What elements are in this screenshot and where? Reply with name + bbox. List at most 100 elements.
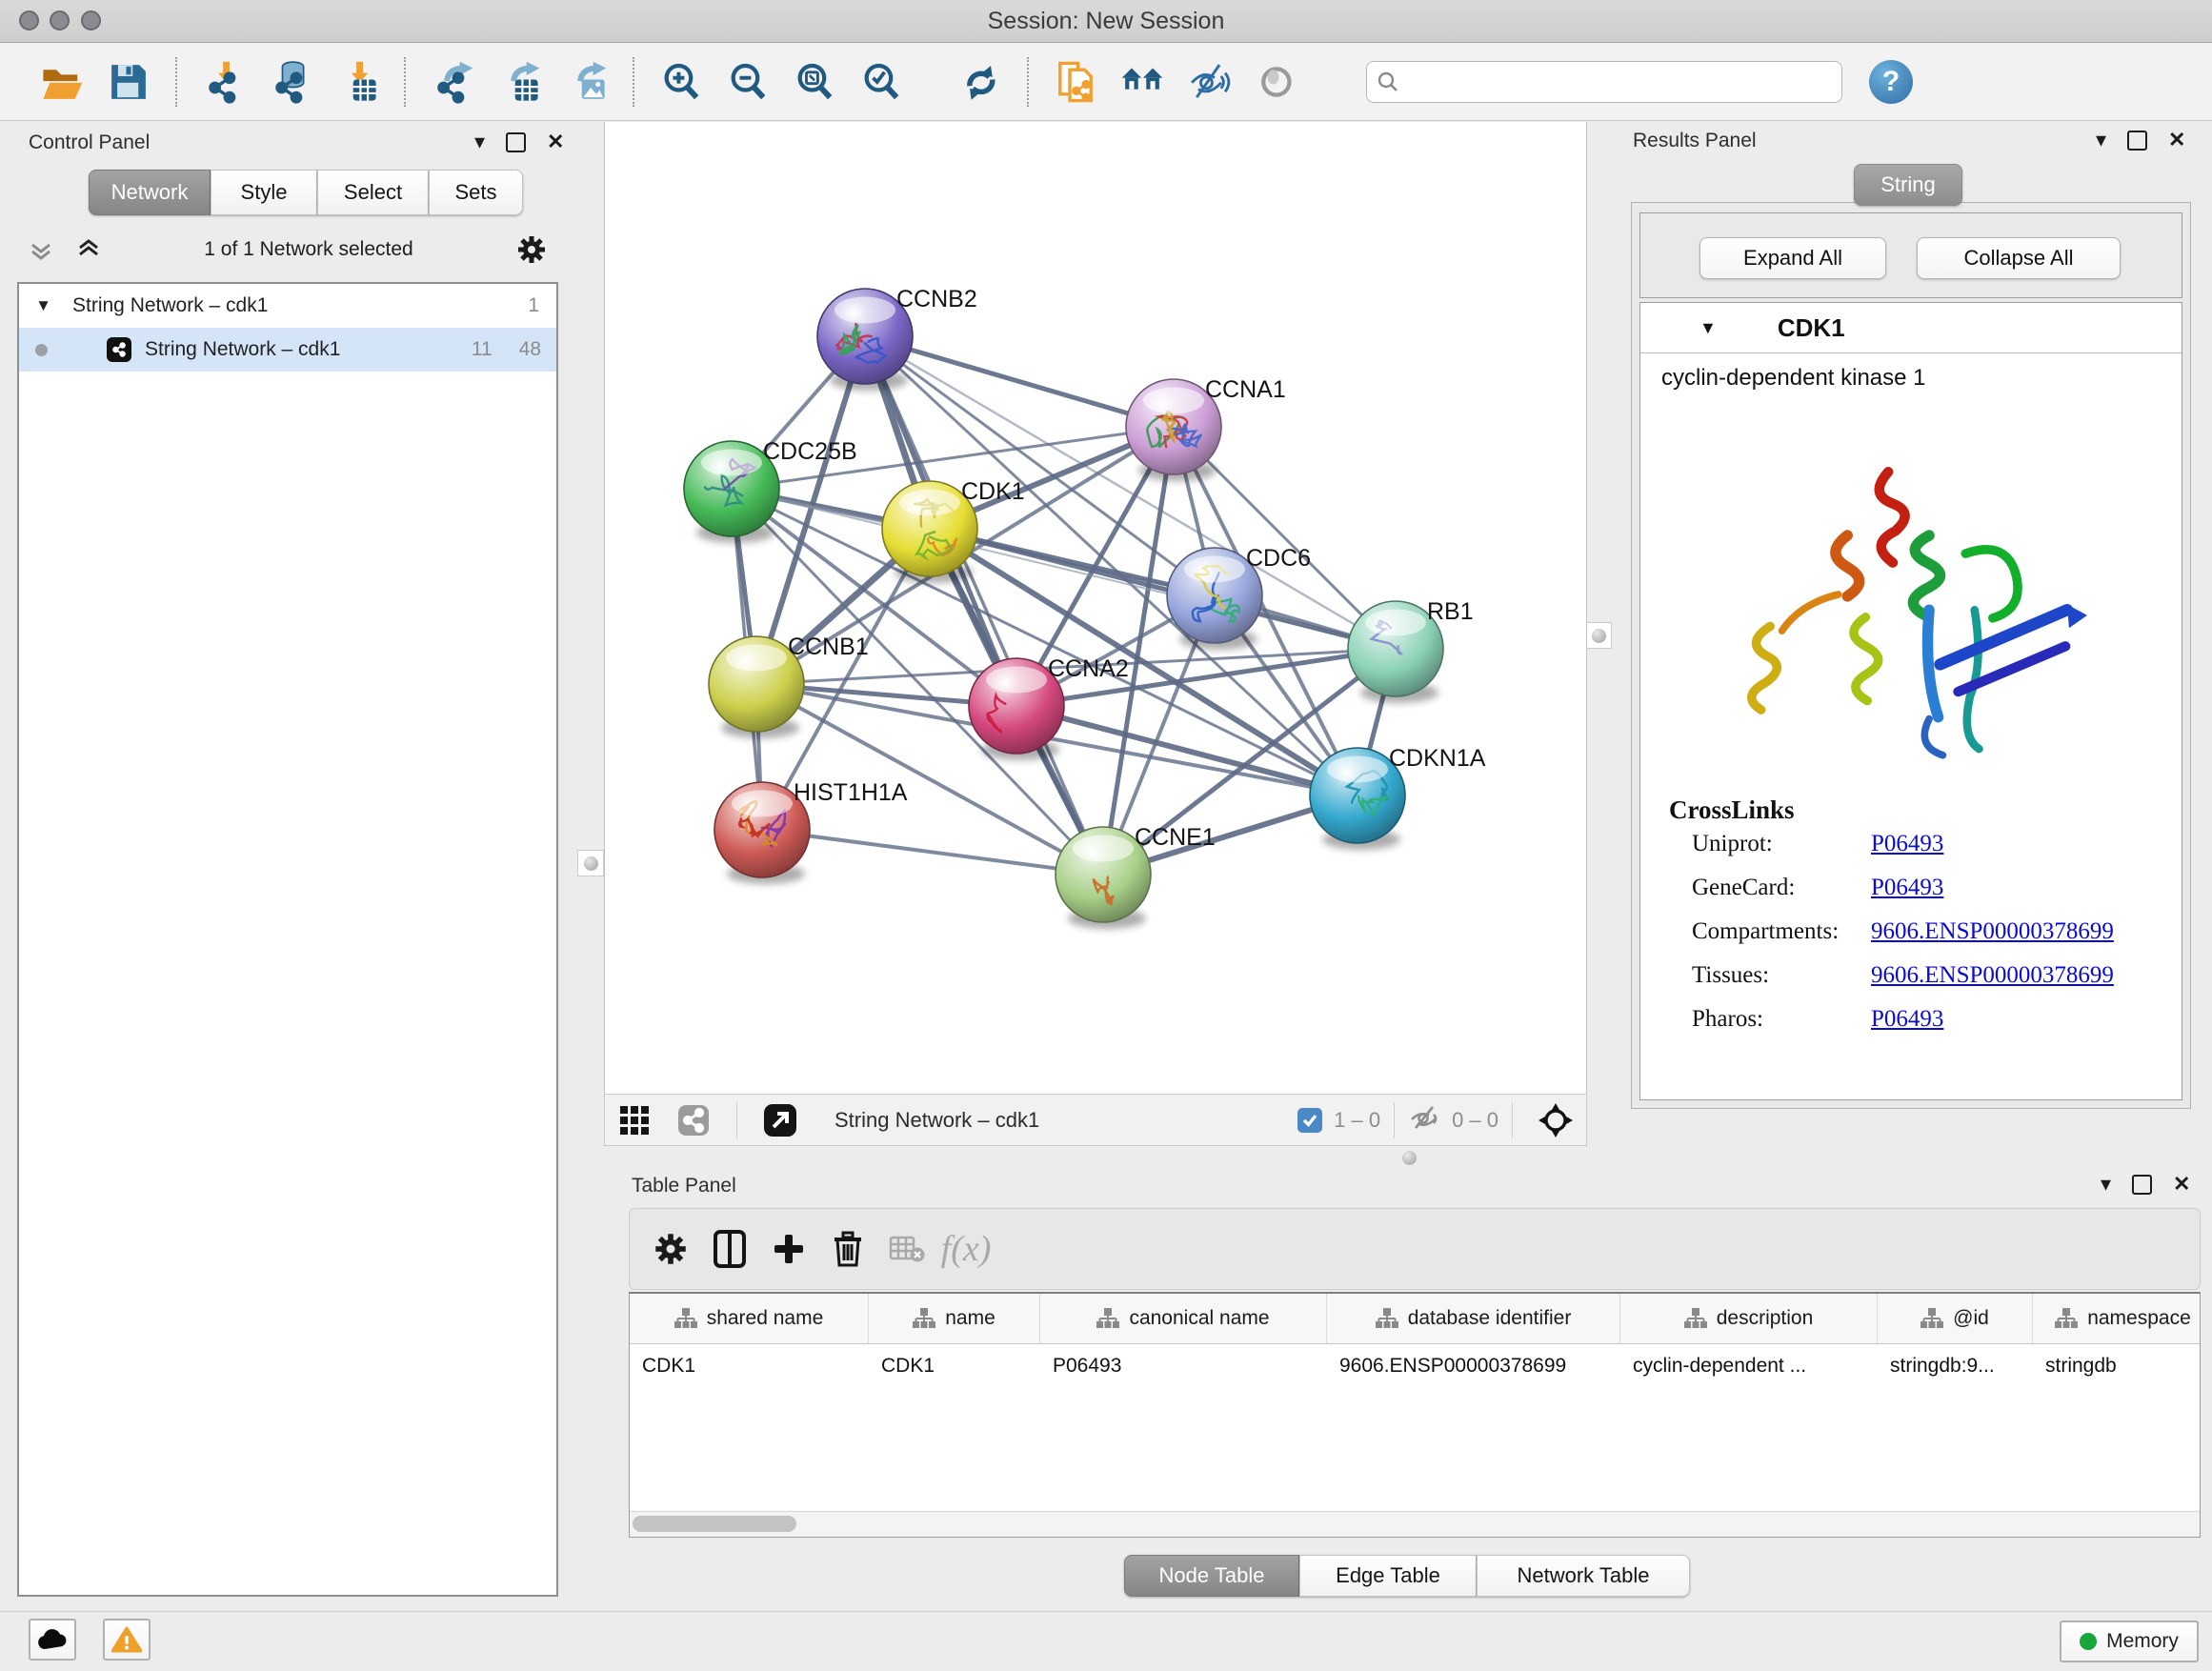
table-panel-close-icon[interactable]: ✕ xyxy=(2173,1174,2190,1195)
control-panel-close-icon[interactable]: ✕ xyxy=(547,131,564,152)
table-cell[interactable]: cyclin-dependent ... xyxy=(1620,1344,1878,1388)
table-panel-float-icon[interactable] xyxy=(2132,1175,2152,1195)
network-node-CCNB2[interactable]: CCNB2 xyxy=(817,286,977,391)
network-edge[interactable] xyxy=(930,529,1396,649)
zoom-selected-icon[interactable] xyxy=(854,54,909,110)
table-cell[interactable]: CDK1 xyxy=(869,1344,1040,1388)
crosslink-label: GeneCard: xyxy=(1692,875,1871,901)
import-table-file-icon[interactable] xyxy=(330,54,385,110)
network-node-CCNE1[interactable]: CCNE1 xyxy=(1056,824,1216,929)
network-row-selected[interactable]: String Network – cdk1 11 48 xyxy=(19,328,556,372)
open-session-icon[interactable] xyxy=(34,54,90,110)
column-header-id[interactable]: @id xyxy=(1878,1294,2033,1343)
delete-table-icon[interactable] xyxy=(882,1224,932,1274)
tab-style[interactable]: Style xyxy=(211,170,317,215)
table-cell[interactable]: 9606.ENSP00000378699 xyxy=(1327,1344,1620,1388)
control-panel-float-icon[interactable] xyxy=(506,132,526,152)
selected-checkbox-icon[interactable] xyxy=(1297,1108,1322,1133)
search-input[interactable] xyxy=(1399,69,1832,95)
export-image-icon[interactable] xyxy=(558,54,613,110)
cloud-button[interactable] xyxy=(29,1619,76,1661)
delete-column-icon[interactable] xyxy=(823,1224,873,1274)
network-node-HIST1H1A[interactable]: HIST1H1A xyxy=(714,779,908,884)
network-options-gear-icon[interactable] xyxy=(510,225,553,274)
table-row[interactable]: CDK1CDK1P064939606.ENSP00000378699cyclin… xyxy=(630,1344,2200,1388)
results-panel-float-icon[interactable] xyxy=(2127,131,2147,151)
table-cell[interactable]: CDK1 xyxy=(630,1344,869,1388)
control-panel-menu-icon[interactable]: ▾ xyxy=(474,131,485,152)
crosslink-link[interactable]: 9606.ENSP00000378699 xyxy=(1871,962,2114,989)
right-splitter-handle[interactable] xyxy=(1585,622,1612,649)
column-header-canonicalname[interactable]: canonical name xyxy=(1040,1294,1327,1343)
tab-network[interactable]: Network xyxy=(89,170,211,215)
zoom-fit-icon[interactable] xyxy=(787,54,842,110)
table-cell[interactable]: stringdb xyxy=(2033,1344,2201,1388)
table-panel-menu-icon[interactable]: ▾ xyxy=(2101,1174,2111,1195)
bottom-splitter-handle[interactable] xyxy=(1397,1149,1421,1166)
collapse-all-button[interactable]: Collapse All xyxy=(1917,237,2121,279)
network-node-CDKN1A[interactable]: CDKN1A xyxy=(1310,745,1486,850)
import-network-file-icon[interactable] xyxy=(196,54,251,110)
expand-all-button[interactable]: Expand All xyxy=(1699,237,1886,279)
tab-edge-table[interactable]: Edge Table xyxy=(1299,1555,1477,1597)
crosslink-link[interactable]: 9606.ENSP00000378699 xyxy=(1871,918,2114,945)
grid-view-icon[interactable] xyxy=(610,1096,659,1145)
memory-button[interactable]: Memory xyxy=(2060,1621,2199,1662)
clone-network-icon[interactable] xyxy=(1048,54,1103,110)
export-network-icon[interactable] xyxy=(425,54,480,110)
hide-graphics-details-icon[interactable] xyxy=(1181,54,1237,110)
column-header-description[interactable]: description xyxy=(1620,1294,1878,1343)
results-panel: Results Panel ▾ ✕ String Expand All Coll… xyxy=(1619,124,2212,1115)
collapse-all-tree-icon[interactable] xyxy=(22,225,60,274)
network-node-CCNB1[interactable]: CCNB1 xyxy=(709,634,869,738)
network-collection-row[interactable]: ▼ String Network – cdk1 1 xyxy=(19,284,556,328)
table-cell[interactable]: P06493 xyxy=(1040,1344,1327,1388)
search-field[interactable] xyxy=(1366,61,1842,103)
network-node-CCNA2[interactable]: CCNA2 xyxy=(969,655,1129,760)
zoom-in-icon[interactable] xyxy=(654,54,709,110)
table-horizontal-scrollbar[interactable] xyxy=(630,1511,2200,1537)
help-button[interactable]: ? xyxy=(1869,60,1913,104)
tree-expander-icon[interactable]: ▼ xyxy=(19,296,51,315)
results-panel-close-icon[interactable]: ✕ xyxy=(2168,130,2185,151)
refresh-icon[interactable] xyxy=(953,54,1008,110)
network-node-CDC6[interactable]: CDC6 xyxy=(1167,545,1311,650)
network-canvas[interactable]: CCNB2CCNA1CDC25BCDK1CDC6RB1CCNB1CCNA2CDK… xyxy=(604,122,1587,1094)
open-in-window-icon[interactable] xyxy=(755,1096,805,1145)
export-table-icon[interactable] xyxy=(492,54,547,110)
birds-eye-view-icon[interactable] xyxy=(1531,1096,1580,1145)
crosslink-link[interactable]: P06493 xyxy=(1871,875,1943,901)
column-header-sharedname[interactable]: shared name xyxy=(630,1294,869,1343)
column-header-name[interactable]: name xyxy=(869,1294,1040,1343)
tab-string[interactable]: String xyxy=(1854,164,1962,206)
network-node-CCNA1[interactable]: CCNA1 xyxy=(1126,376,1286,481)
save-session-icon[interactable] xyxy=(101,54,156,110)
expand-all-tree-icon[interactable] xyxy=(70,225,108,274)
show-graphics-level-icon[interactable] xyxy=(1248,54,1303,110)
crosslink-link[interactable]: P06493 xyxy=(1871,831,1943,857)
entry-expander-icon[interactable]: ▼ xyxy=(1699,318,1717,338)
network-share-view-icon[interactable] xyxy=(669,1096,718,1145)
zoom-out-icon[interactable] xyxy=(720,54,775,110)
table-cell[interactable]: stringdb:9... xyxy=(1878,1344,2033,1388)
tab-sets[interactable]: Sets xyxy=(429,170,523,215)
column-header-databaseidentifier[interactable]: database identifier xyxy=(1327,1294,1620,1343)
show-columns-icon[interactable] xyxy=(705,1224,754,1274)
add-column-icon[interactable] xyxy=(764,1224,814,1274)
tab-select[interactable]: Select xyxy=(317,170,429,215)
network-node-RB1[interactable]: RB1 xyxy=(1348,598,1474,703)
results-panel-menu-icon[interactable]: ▾ xyxy=(2096,130,2106,151)
tab-network-table[interactable]: Network Table xyxy=(1477,1555,1690,1597)
tab-node-table[interactable]: Node Table xyxy=(1124,1555,1299,1597)
warnings-button[interactable] xyxy=(103,1619,151,1661)
table-options-gear-icon[interactable] xyxy=(646,1224,695,1274)
import-network-database-icon[interactable] xyxy=(263,54,318,110)
result-entry-header[interactable]: ▼ CDK1 xyxy=(1640,303,2182,353)
left-splitter-handle[interactable] xyxy=(577,850,604,876)
crosslink-link[interactable]: P06493 xyxy=(1871,1006,1943,1033)
scrollbar-thumb[interactable] xyxy=(633,1516,796,1532)
node-gloss-highlight xyxy=(726,645,787,672)
network-edge[interactable] xyxy=(762,830,1103,875)
home-icon[interactable] xyxy=(1115,54,1170,110)
column-header-namespace[interactable]: namespace xyxy=(2033,1294,2201,1343)
